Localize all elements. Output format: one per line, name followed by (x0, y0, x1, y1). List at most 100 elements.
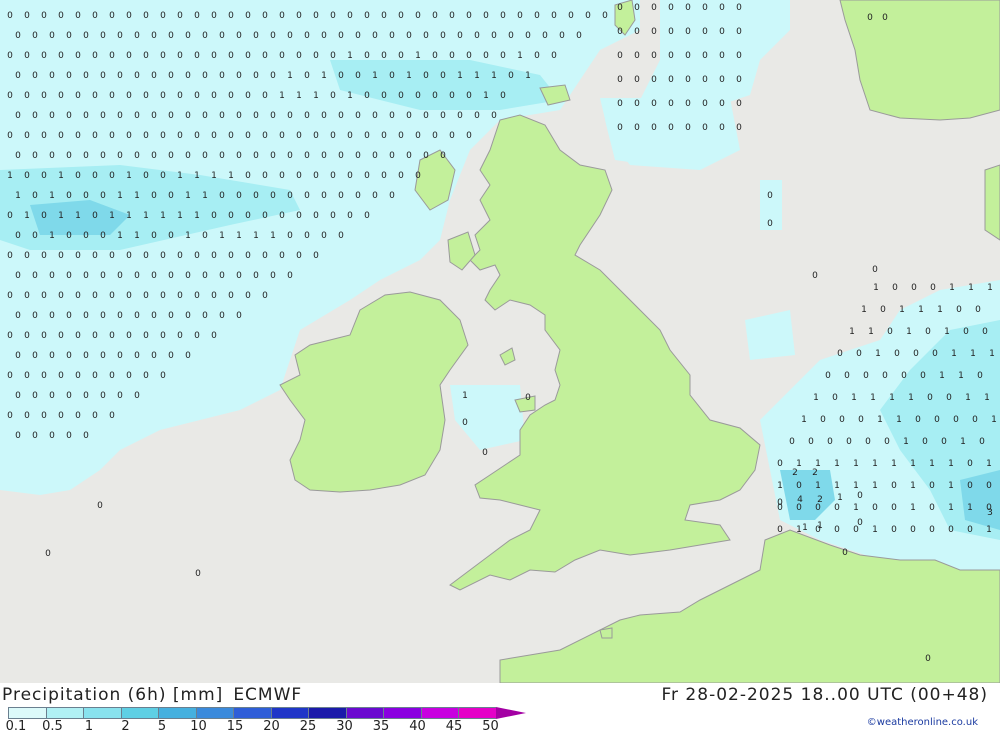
precip-value-label: 0 (177, 91, 183, 101)
precip-value-label: 0 (685, 3, 691, 13)
precip-value-label: 0 (245, 291, 251, 301)
precip-value-label: 0 (97, 501, 103, 511)
precip-value-label: 1 (908, 393, 914, 403)
precip-value-label: 0 (929, 503, 935, 513)
precip-value-label: 0 (66, 191, 72, 201)
precip-value-label: 0 (270, 151, 276, 161)
precip-value-label: 0 (24, 251, 30, 261)
channel-islands (599, 627, 613, 639)
precip-value-label: 0 (253, 71, 259, 81)
precip-value-label: 0 (15, 391, 21, 401)
precip-value-label: 0 (837, 349, 843, 359)
precip-value-label: 0 (406, 31, 412, 41)
precip-value-label: 0 (236, 31, 242, 41)
precip-value-label: 1 (875, 349, 881, 359)
precip-value-label: 1 (948, 503, 954, 513)
precip-value-label: 0 (253, 31, 259, 41)
precip-value-label: 0 (262, 131, 268, 141)
precip-value-label: 0 (913, 349, 919, 359)
precip-value-label: 0 (177, 131, 183, 141)
precip-value-label: 0 (24, 411, 30, 421)
precip-value-label: 0 (49, 71, 55, 81)
precip-value-label: 1 (194, 211, 200, 221)
precip-value-label: 0 (347, 11, 353, 21)
precip-value-label: 0 (929, 525, 935, 535)
precip-value-label: 0 (483, 51, 489, 61)
precip-value-label: 0 (542, 31, 548, 41)
precip-value-label: 0 (313, 211, 319, 221)
precip-value-label: 0 (576, 31, 582, 41)
precip-value-label: 0 (304, 111, 310, 121)
precip-value-label: 0 (338, 191, 344, 201)
precip-value-label: 0 (894, 349, 900, 359)
precip-value-label: 1 (126, 211, 132, 221)
precip-value-label: 0 (466, 91, 472, 101)
precip-value-label: 0 (634, 75, 640, 85)
precip-value-label: 0 (219, 271, 225, 281)
precip-value-label: 0 (925, 654, 931, 664)
precip-value-label: 0 (617, 51, 623, 61)
precip-value-label: 0 (321, 31, 327, 41)
precip-value-label: 0 (58, 51, 64, 61)
precip-value-label: 0 (126, 331, 132, 341)
precip-value-label: 0 (45, 549, 51, 559)
precip-value-label: 0 (279, 211, 285, 221)
precip-value-label: 0 (634, 99, 640, 109)
precip-value-label: 0 (58, 91, 64, 101)
precip-value-label: 0 (372, 31, 378, 41)
precip-value-label: 0 (236, 311, 242, 321)
precip-value-label: 0 (58, 331, 64, 341)
precip-value-label: 0 (313, 51, 319, 61)
precip-value-label: 0 (75, 131, 81, 141)
precip-value-label: 0 (211, 331, 217, 341)
precip-value-label: 0 (177, 331, 183, 341)
precip-value-label: 0 (109, 331, 115, 341)
precip-value-label: 0 (330, 51, 336, 61)
precip-value-label: 0 (891, 525, 897, 535)
precip-value-label: 0 (109, 51, 115, 61)
precip-value-label: 0 (796, 503, 802, 513)
precip-value-label: 1 (877, 415, 883, 425)
precip-value-label: 0 (321, 231, 327, 241)
precip-value-label: 0 (313, 251, 319, 261)
precip-value-label: 1 (160, 211, 166, 221)
color-swatch (233, 707, 271, 719)
precip-value-label: 0 (296, 171, 302, 181)
precip-value-label: 0 (423, 71, 429, 81)
precip-value-label: 0 (126, 371, 132, 381)
precip-value-label: 0 (160, 51, 166, 61)
precip-value-label: 0 (568, 11, 574, 21)
precip-value-label: 0 (134, 271, 140, 281)
precip-value-label: 1 (853, 481, 859, 491)
precip-value-label: 0 (41, 91, 47, 101)
precip-value-label: 1 (75, 211, 81, 221)
precip-value-label: 0 (49, 31, 55, 41)
precip-value-label: 0 (143, 51, 149, 61)
precip-value-label: 0 (389, 151, 395, 161)
precip-value-label: 0 (858, 415, 864, 425)
precip-value-label: 0 (75, 411, 81, 421)
precip-value-label: 0 (846, 437, 852, 447)
footer: Precipitation (6h) [mm] ECMWF Fr 28-02-20… (0, 683, 1000, 734)
precip-value-label: 0 (381, 11, 387, 21)
precip-value-label: 0 (617, 27, 623, 37)
precip-value-label: 0 (296, 211, 302, 221)
precip-value-label: 0 (228, 51, 234, 61)
precip-value-label: 0 (668, 27, 674, 37)
precip-value-label: 1 (801, 415, 807, 425)
precip-value-label: 0 (296, 251, 302, 261)
precip-value-label: 1 (868, 327, 874, 337)
precip-value-label: 0 (925, 327, 931, 337)
precip-value-label: 0 (270, 111, 276, 121)
precip-value-label: 1 (177, 171, 183, 181)
precip-value-label: 0 (880, 305, 886, 315)
valid-time: Fr 28-02-2025 18..00 UTC (00+48) (661, 685, 988, 705)
precip-value-label: 0 (109, 91, 115, 101)
credit-link[interactable]: ©weatheronline.co.uk (867, 717, 978, 728)
precip-value-label: 0 (304, 231, 310, 241)
precip-value-label: 0 (185, 31, 191, 41)
scale-label: 1 (84, 719, 94, 734)
precip-value-label: 0 (262, 211, 268, 221)
precip-value-label: 0 (109, 251, 115, 261)
precip-value-label: 0 (100, 151, 106, 161)
